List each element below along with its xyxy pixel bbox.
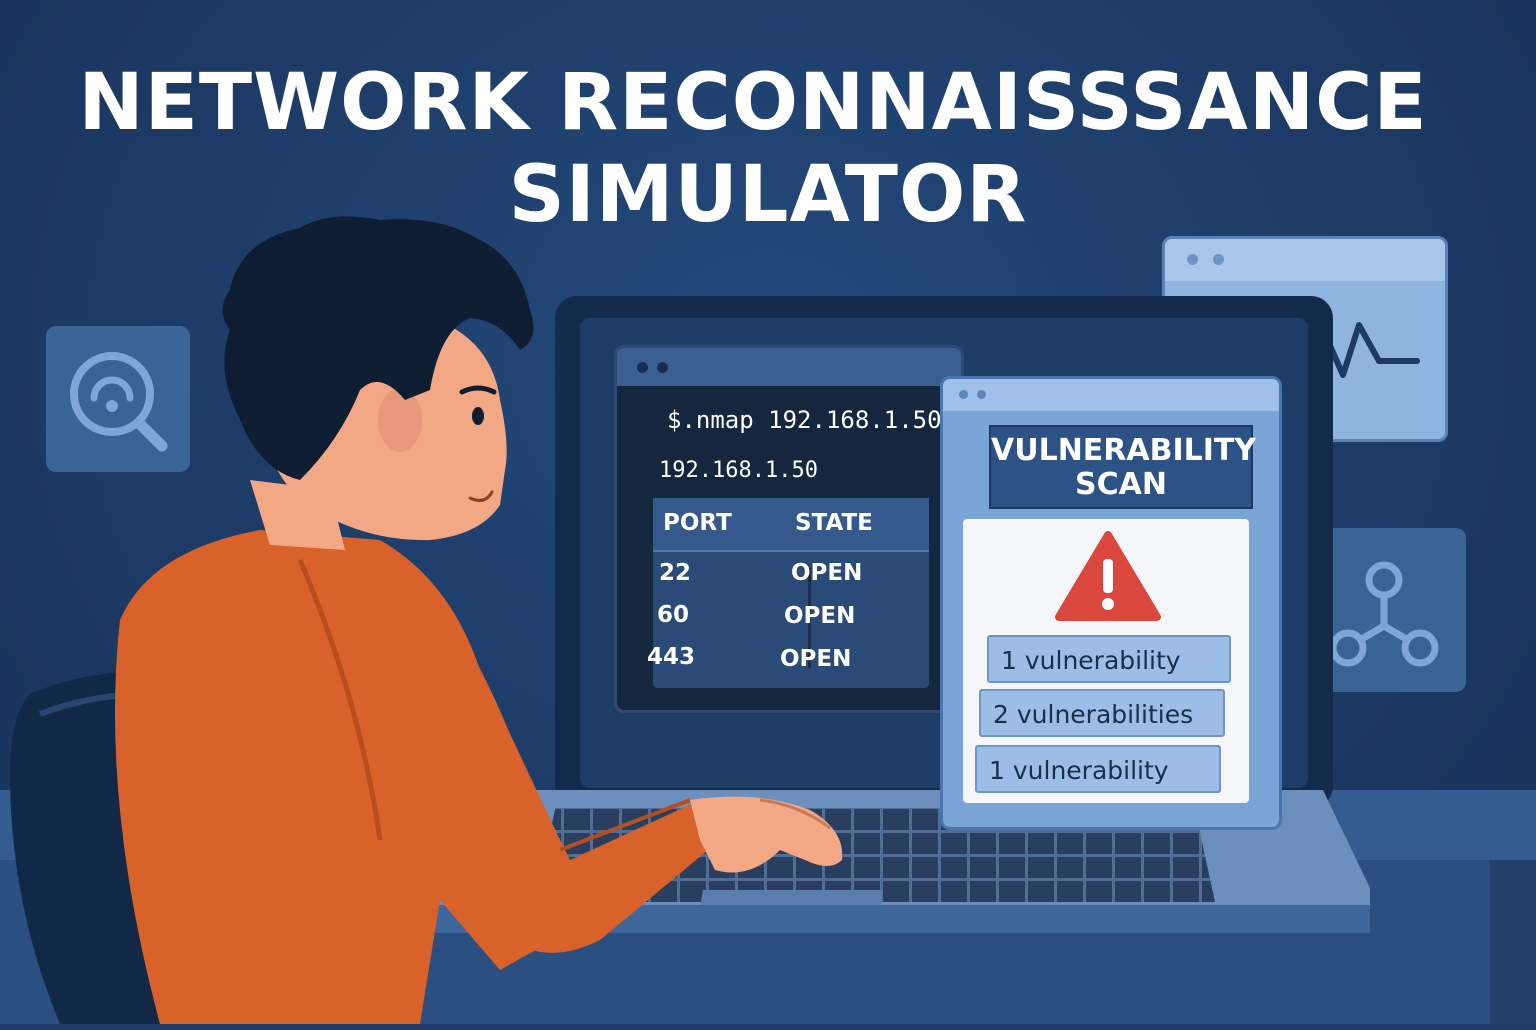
vulnerability-item[interactable]: 1 vulnerability: [975, 745, 1221, 793]
vulnerability-item[interactable]: 2 vulnerabilities: [979, 689, 1225, 737]
scan-title-line1: VULNERABILITY: [991, 433, 1257, 468]
window-dot-icon: [977, 390, 986, 399]
activity-window-titlebar: [1165, 239, 1445, 281]
vulnerability-item[interactable]: 1 vulnerability: [987, 635, 1231, 683]
scan-window-titlebar: [943, 379, 1279, 411]
window-dot-icon: [959, 390, 968, 399]
window-dot-icon: [1213, 254, 1224, 265]
warning-triangle-icon: [1055, 531, 1161, 621]
window-dot-icon: [1187, 254, 1198, 265]
scan-results-panel: 1 vulnerability 2 vulnerabilities 1 vuln…: [963, 519, 1249, 803]
scan-title-line2: SCAN: [1075, 467, 1167, 502]
hand: [690, 796, 843, 873]
page-title-line1: NETWORK RECONNAISSSANCE: [78, 58, 1428, 148]
desk-leg: [1490, 860, 1536, 1024]
person-at-laptop: [115, 216, 843, 1024]
scan-header: VULNERABILITY SCAN: [989, 425, 1257, 509]
vulnerability-scan-window: VULNERABILITY SCAN 1 vulnerability 2 vul…: [940, 376, 1282, 830]
